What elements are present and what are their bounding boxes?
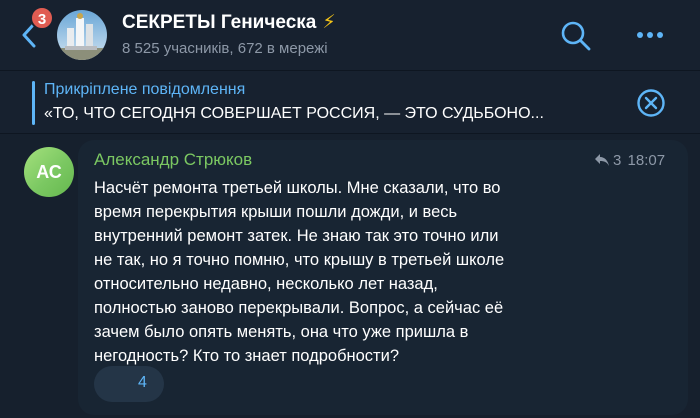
channel-title-text: СЕКРЕТЫ Геническа xyxy=(122,12,317,33)
message-line: не так, но я точно помню, что крышу в тр… xyxy=(94,251,505,269)
message-line: относительно недавно, несколько лет наза… xyxy=(94,275,438,293)
sender-name[interactable]: Александр Стрюков xyxy=(94,150,252,170)
channel-avatar[interactable] xyxy=(57,10,107,60)
search-button[interactable] xyxy=(560,20,592,52)
message-line: Насчёт ремонта третьей школы. Мне сказал… xyxy=(94,179,501,197)
message-text: Насчёт ремонта третьей школы. Мне сказал… xyxy=(94,176,614,368)
channel-subtitle: 8 525 учасників, 672 в мережі xyxy=(122,40,328,57)
message-line: внутренний ремонт затек. Не знаю так это… xyxy=(94,227,499,245)
message-line: зачем было опять менять, она что уже при… xyxy=(94,323,469,341)
sender-avatar[interactable]: АС xyxy=(24,147,74,197)
close-pinned-button[interactable] xyxy=(636,88,666,118)
search-icon xyxy=(561,21,591,51)
reaction-count: 4 xyxy=(138,374,147,391)
more-dots-icon xyxy=(637,32,663,38)
close-circle-icon xyxy=(637,89,665,117)
message-line: негодность? Кто то знает подробности? xyxy=(94,347,400,365)
reply-count: 3 xyxy=(613,152,622,169)
pinned-message-bar[interactable]: Прикріплене повідомлення «ТО, ЧТО СЕГОДН… xyxy=(0,70,700,134)
reply-arrow-icon xyxy=(595,154,609,166)
pinned-accent-line xyxy=(32,81,35,125)
message-line: полностью заново перекрывали. Вопрос, а … xyxy=(94,299,504,317)
reaction-button[interactable]: 4 xyxy=(94,366,164,402)
monument-photo-icon xyxy=(57,10,107,60)
message-meta: 3 18:07 xyxy=(594,152,665,169)
message-line: время перекрытия крыши пошли дожди, и ве… xyxy=(94,203,458,221)
message-time: 18:07 xyxy=(627,152,666,169)
pinned-text: «ТО, ЧТО СЕГОДНЯ СОВЕРШАЕТ РОССИЯ, — ЭТО… xyxy=(44,105,544,122)
lightning-icon: ⚡ xyxy=(322,12,336,33)
channel-title[interactable]: СЕКРЕТЫ Геническа ⚡ xyxy=(122,11,336,34)
more-options-button[interactable] xyxy=(630,22,670,48)
pinned-label: Прикріплене повідомлення xyxy=(44,81,246,98)
unread-badge: 3 xyxy=(30,6,54,30)
chat-header: 3 СЕКРЕТЫ Геническа ⚡ 8 525 учасників, 67… xyxy=(0,0,700,70)
